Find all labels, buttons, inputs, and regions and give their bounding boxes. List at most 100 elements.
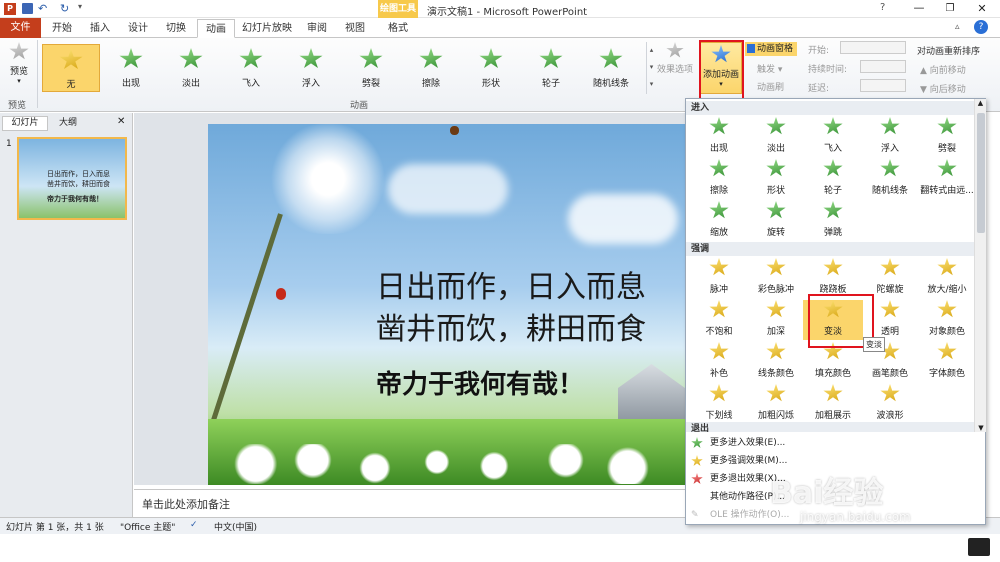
enter-item[interactable]: 形状	[746, 159, 806, 199]
enter-item[interactable]: 擦除	[689, 159, 749, 199]
enter-item[interactable]: 出现	[689, 117, 749, 157]
tab-view[interactable]: 视图	[338, 19, 372, 38]
emphasis-item[interactable]: 波浪形	[860, 384, 920, 424]
notification-icon[interactable]	[968, 538, 990, 556]
emphasis-item[interactable]: 跷跷板	[803, 258, 863, 298]
enter-label: 随机线条	[871, 186, 908, 196]
powerpoint-app-icon[interactable]: P	[4, 3, 16, 15]
effect-split[interactable]: 劈裂	[342, 44, 400, 92]
enter-item[interactable]: 缩放	[689, 201, 749, 241]
daisies	[208, 444, 685, 484]
scroll-down-icon[interactable]: ▼	[975, 424, 987, 432]
enter-item[interactable]: 翻转式由远...	[917, 159, 977, 199]
scroll-up-icon[interactable]: ▲	[975, 99, 986, 107]
move-later-button[interactable]: ▼ 向后移动	[920, 82, 966, 95]
slide-thumbnail[interactable]: 日出而作，日入而息 凿井而饮，耕田而食 帝力于我何有哉！	[17, 137, 127, 220]
preview-button[interactable]: 预览 ▾	[4, 42, 34, 94]
enter-star-icon	[823, 117, 843, 135]
emphasis-item[interactable]: 陀螺旋	[860, 258, 920, 298]
enter-item[interactable]: 飞入	[803, 117, 863, 157]
enter-item[interactable]: 随机线条	[860, 159, 920, 199]
enter-item[interactable]: 劈裂	[917, 117, 977, 157]
enter-label: 缩放	[709, 228, 728, 238]
undo-icon[interactable]: ↶	[38, 2, 47, 15]
effect-float-in[interactable]: 浮入	[282, 44, 340, 92]
emphasis-item[interactable]: 加粗展示	[803, 384, 863, 424]
start-select[interactable]	[840, 41, 906, 54]
emphasis-item[interactable]: 不饱和	[689, 300, 749, 340]
notes-pane[interactable]: 单击此处添加备注	[134, 489, 685, 517]
animation-painter-button[interactable]: 动画刷	[757, 80, 784, 93]
emphasis-star-icon	[880, 258, 900, 276]
effect-wheel[interactable]: 轮子	[522, 44, 580, 92]
effect-fly-in[interactable]: 飞入	[222, 44, 280, 92]
trigger-button[interactable]: 触发 ▾	[757, 62, 782, 75]
emphasis-item[interactable]: 脉冲	[689, 258, 749, 298]
help-icon[interactable]: ?	[880, 2, 885, 13]
spellcheck-icon[interactable]: ✓	[190, 520, 198, 530]
delay-spinner[interactable]	[860, 79, 906, 92]
enter-label: 弹跳	[823, 228, 842, 238]
tab-file[interactable]: 文件	[0, 18, 41, 38]
emphasis-item[interactable]: 对象颜色	[917, 300, 977, 340]
scroll-thumb[interactable]	[977, 113, 985, 233]
restore-button[interactable]: ❐	[936, 0, 964, 18]
effect-wipe[interactable]: 擦除	[402, 44, 460, 92]
minimize-button[interactable]: —	[905, 0, 933, 18]
wipe-star-icon	[419, 48, 443, 69]
slide-line3[interactable]: 帝力于我何有哉！	[376, 364, 584, 401]
help-button-icon[interactable]: ?	[974, 20, 988, 34]
effect-shape[interactable]: 形状	[462, 44, 520, 92]
taskbar	[0, 534, 1000, 562]
enter-item[interactable]: 浮入	[860, 117, 920, 157]
enter-item[interactable]: 弹跳	[803, 201, 863, 241]
tab-insert[interactable]: 插入	[83, 19, 117, 38]
tab-slides[interactable]: 幻灯片	[2, 116, 48, 131]
redo-icon[interactable]: ↻	[60, 2, 69, 15]
emphasis-item[interactable]: 填充颜色	[803, 342, 863, 382]
effect-options-button[interactable]: 效果选项	[656, 42, 694, 94]
tab-animations[interactable]: 动画	[197, 19, 235, 38]
move-earlier-button[interactable]: ▲ 向前移动	[920, 63, 966, 76]
slide-line1[interactable]: 日出而作，日入而息	[376, 262, 646, 306]
effect-none[interactable]: 无	[42, 44, 100, 92]
tab-home[interactable]: 开始	[45, 19, 79, 38]
tab-transitions[interactable]: 切换	[159, 19, 193, 38]
enter-item[interactable]: 淡出	[746, 117, 806, 157]
more-enter-effects[interactable]: 更多进入效果(E)...	[686, 434, 986, 452]
slide[interactable]: 日出而作，日入而息 凿井而饮，耕田而食 帝力于我何有哉！	[208, 124, 685, 485]
emphasis-item[interactable]: 加粗闪烁	[746, 384, 806, 424]
tab-outline[interactable]: 大纲	[50, 116, 86, 131]
emphasis-item[interactable]: 字体颜色	[917, 342, 977, 382]
effect-fade[interactable]: 淡出	[162, 44, 220, 92]
tab-review[interactable]: 审阅	[300, 19, 334, 38]
theme-name[interactable]: "Office 主题"	[120, 520, 175, 533]
emphasis-item[interactable]: 加深	[746, 300, 806, 340]
tab-slideshow[interactable]: 幻灯片放映	[239, 19, 295, 38]
emphasis-item[interactable]: 线条颜色	[746, 342, 806, 382]
close-pane-icon[interactable]: ✕	[117, 116, 125, 127]
slide-line2[interactable]: 凿井而饮，耕田而食	[376, 304, 646, 348]
effect-appear[interactable]: 出现	[102, 44, 160, 92]
dropdown-scrollbar[interactable]: ▲ ▼	[974, 99, 986, 432]
save-icon[interactable]	[22, 3, 33, 14]
gallery-scroll[interactable]: ▴ ▾ ▾	[646, 42, 656, 94]
language[interactable]: 中文(中国)	[214, 520, 257, 533]
emphasis-item[interactable]: 放大/缩小	[917, 258, 977, 298]
effect-random-bars[interactable]: 随机线条	[582, 44, 640, 92]
tooltip: 变淡	[863, 337, 885, 352]
enter-item[interactable]: 旋转	[746, 201, 806, 241]
close-button[interactable]: ✕	[967, 0, 997, 18]
tab-format[interactable]: 格式	[378, 19, 418, 38]
enter-item[interactable]: 轮子	[803, 159, 863, 199]
emphasis-item[interactable]: 下划线	[689, 384, 749, 424]
animation-pane-button[interactable]: 动画窗格	[745, 42, 797, 56]
emphasis-item[interactable]: 彩色脉冲	[746, 258, 806, 298]
collapse-ribbon-icon[interactable]: ▵	[955, 22, 960, 32]
emphasis-item[interactable]: 补色	[689, 342, 749, 382]
dandelion-head	[268, 124, 388, 234]
emphasis-star-icon	[766, 300, 786, 318]
duration-spinner[interactable]	[860, 60, 906, 73]
tab-design[interactable]: 设计	[121, 19, 155, 38]
quick-access-customize-icon[interactable]: ▾	[78, 2, 82, 11]
